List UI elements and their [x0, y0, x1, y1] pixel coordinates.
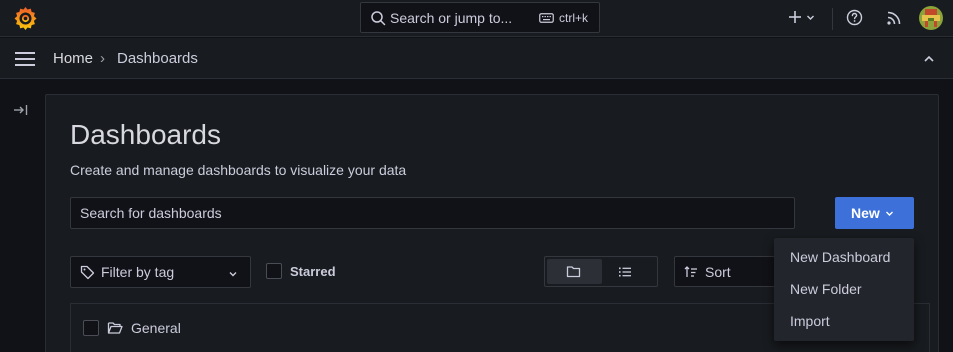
folder-view-button[interactable]	[547, 259, 602, 284]
sort-select[interactable]: Sort	[674, 256, 784, 287]
folder-open-icon	[107, 322, 123, 334]
folder-view-icon	[566, 266, 581, 278]
global-search-placeholder: Search or jump to...	[390, 10, 513, 26]
top-bar: Search or jump to... ctrl+k	[0, 0, 953, 37]
add-icon[interactable]	[787, 9, 803, 25]
shortcut-hint: ctrl+k	[559, 11, 589, 25]
search-icon	[371, 11, 386, 26]
folder-name[interactable]: General	[131, 320, 181, 336]
page-subtitle: Create and manage dashboards to visualiz…	[70, 162, 407, 178]
user-avatar[interactable]	[919, 6, 943, 30]
menu-item-new-dashboard[interactable]: New Dashboard	[790, 249, 890, 265]
page-title: Dashboards	[70, 119, 221, 150]
divider	[832, 8, 833, 30]
chevron-up-icon[interactable]	[922, 52, 936, 66]
tag-icon	[80, 265, 95, 280]
new-button[interactable]: New	[835, 197, 914, 229]
global-search-input[interactable]: Search or jump to... ctrl+k	[360, 2, 600, 33]
tag-filter-label: Filter by tag	[101, 264, 175, 280]
new-menu: New Dashboard New Folder Import	[774, 238, 914, 341]
breadcrumb-separator: ›	[100, 50, 105, 67]
breadcrumb-home[interactable]: Home	[53, 50, 93, 67]
dock-menu-icon[interactable]	[13, 102, 29, 118]
breadcrumb-current: Dashboards	[117, 50, 198, 67]
chevron-down-icon[interactable]	[806, 13, 815, 22]
dashboard-search-input[interactable]: Search for dashboards	[70, 197, 795, 229]
breadcrumb-bar: Home › Dashboards	[0, 38, 953, 79]
sort-icon	[684, 266, 697, 277]
chevron-down-icon	[886, 211, 893, 216]
hamburger-menu-icon[interactable]	[14, 51, 36, 67]
chevron-down-icon	[229, 272, 237, 277]
news-feed-icon[interactable]	[886, 10, 902, 26]
keyboard-icon	[539, 13, 554, 23]
starred-checkbox[interactable]	[266, 263, 282, 279]
view-toggle	[544, 256, 658, 287]
starred-label[interactable]: Starred	[290, 264, 336, 279]
new-button-label: New	[851, 205, 880, 221]
grafana-logo-icon[interactable]	[12, 5, 39, 32]
folder-checkbox[interactable]	[83, 320, 99, 336]
sort-label: Sort	[705, 264, 731, 280]
help-icon[interactable]	[846, 9, 863, 26]
list-view-icon[interactable]	[618, 265, 632, 279]
menu-item-import[interactable]: Import	[790, 313, 830, 329]
tag-filter-select[interactable]: Filter by tag	[70, 256, 251, 288]
menu-item-new-folder[interactable]: New Folder	[790, 281, 862, 297]
